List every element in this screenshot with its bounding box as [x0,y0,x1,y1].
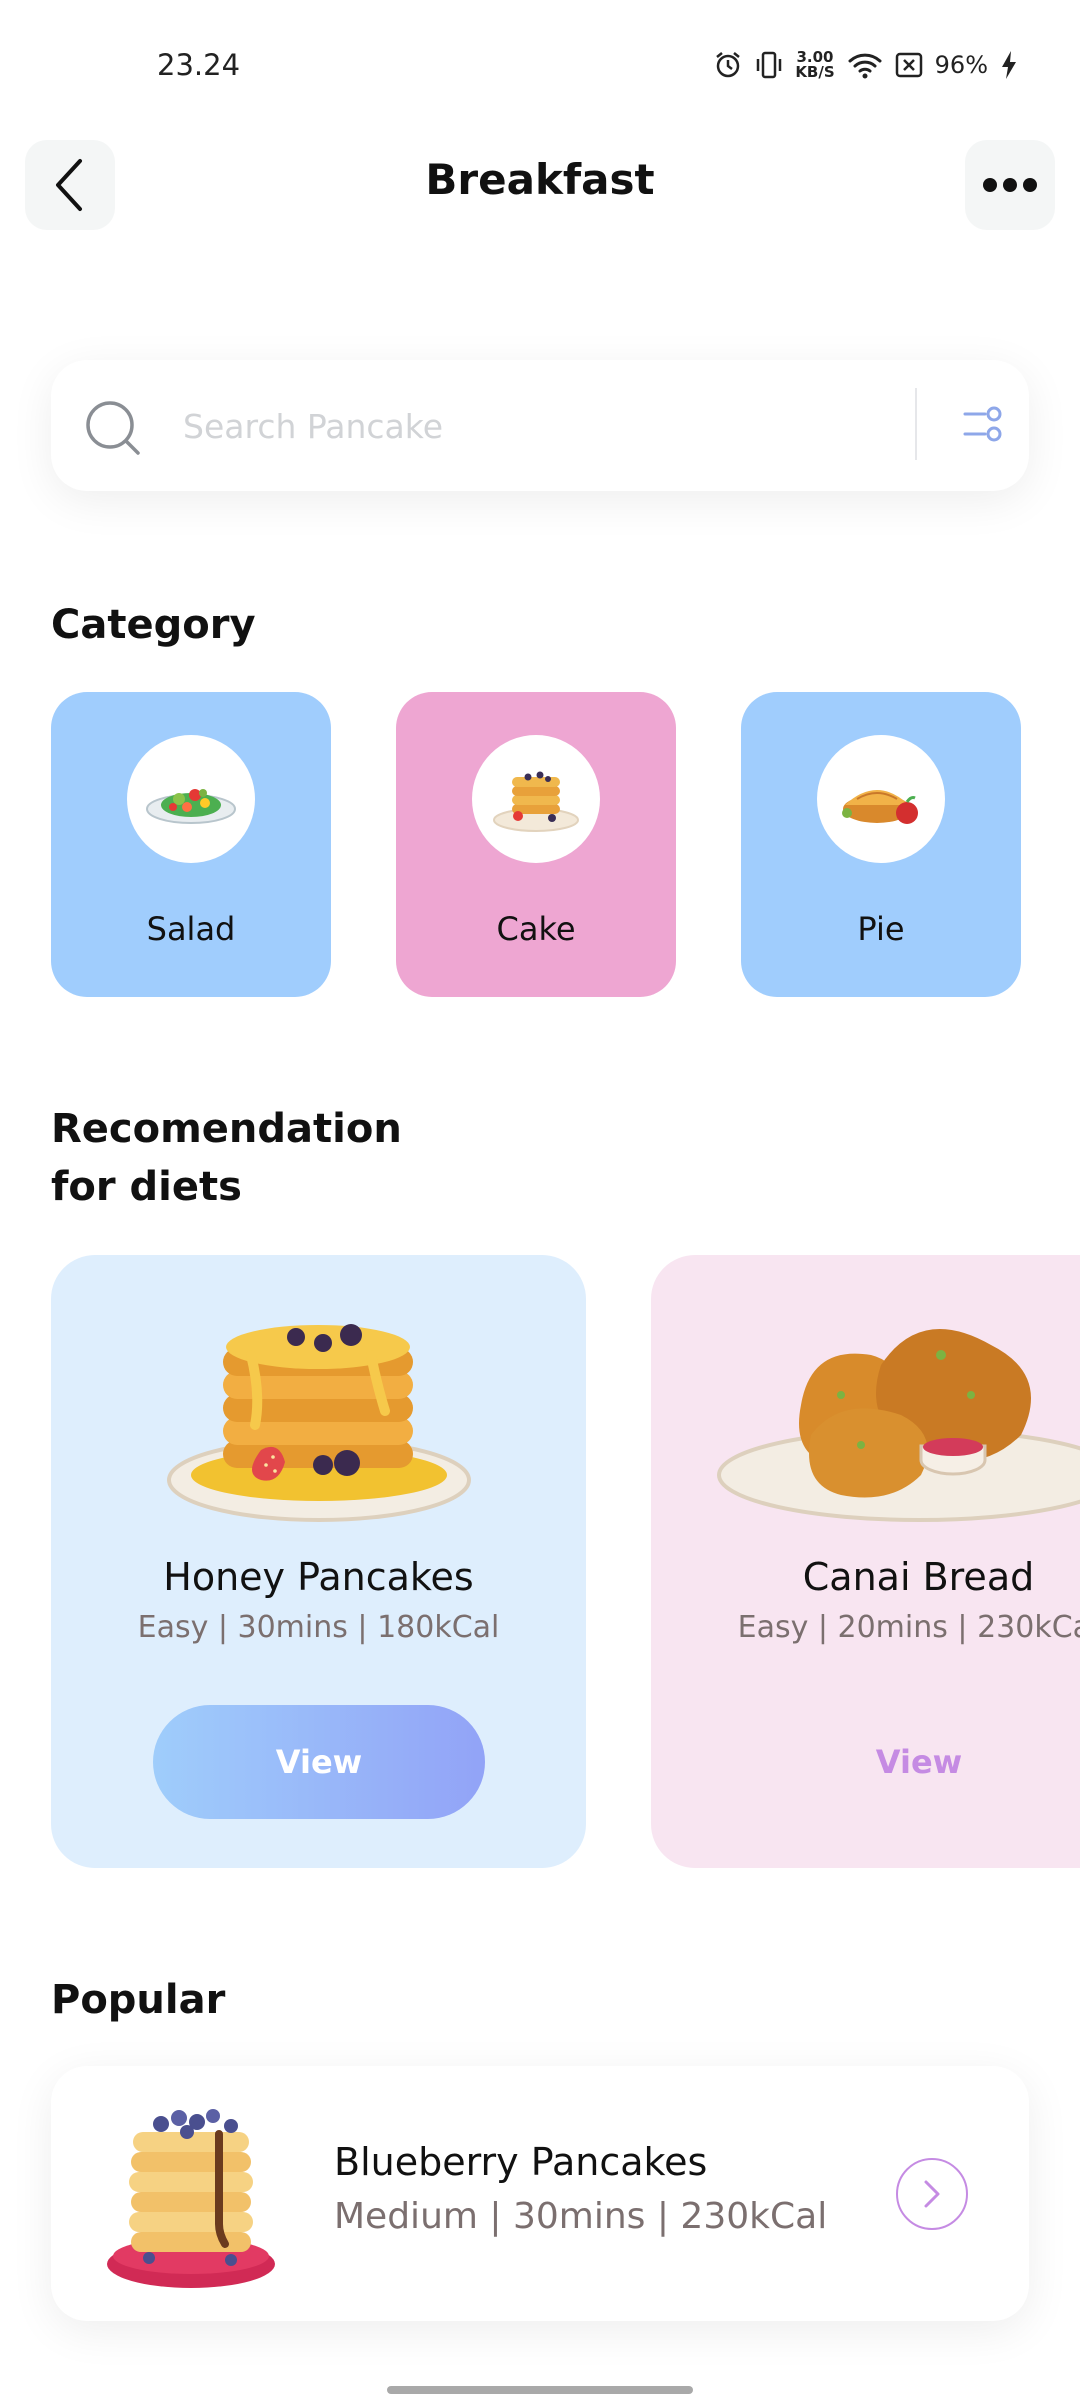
category-label-salad: Salad [146,910,236,948]
wifi-icon [848,53,882,79]
recommendation-meta: Easy | 30mins | 180kCal [137,1610,500,1645]
filter-icon[interactable] [961,404,1005,444]
alarm-icon [716,52,741,78]
category-cake[interactable]: Cake [396,692,676,997]
category-label-pie: Pie [857,910,905,948]
search-input[interactable] [181,397,945,455]
view-button[interactable]: View [153,1705,485,1819]
recommendation-card-canai[interactable]: Canai Bread Easy | 20mins | 230kCal View [651,1255,1080,1868]
more-button[interactable] [965,140,1055,230]
popular-title: Popular [51,1977,226,2023]
recommendation-name: Honey Pancakes [163,1555,474,1599]
recommendation-title-line2: for diets [51,1164,242,1210]
vibrate-icon [757,51,782,79]
recommendation-meta-canai: Easy | 20mins | 230kCal [737,1610,1080,1645]
sim-icon [895,52,922,78]
battery-text: 96% [934,51,988,79]
category-title: Category [51,602,256,648]
recommendation-title: Recomendation for diets [51,1100,402,1216]
salad-icon [146,789,236,824]
home-indicator[interactable] [387,2386,693,2394]
blueberry-pancakes-image [107,2109,275,2288]
salad-image-circle [127,735,255,863]
pancake-stack-icon [493,771,579,832]
search-divider [915,388,917,460]
honey-pancakes-image [167,1324,471,1522]
category-pie[interactable]: Pie [741,692,1021,997]
view-button-canai[interactable]: View [753,1705,1080,1819]
search-icon [86,401,140,455]
recommendation-title-line1: Recomendation [51,1106,402,1152]
pie-image-circle [817,735,945,863]
speed-unit: KB/S [795,63,835,81]
search-bar [51,360,1029,491]
cake-image-circle [472,735,600,863]
canai-bread-image [717,1329,1080,1522]
chevron-right-icon [924,2180,940,2208]
popular-item-meta: Medium | 30mins | 230kCal [334,2196,828,2237]
status-icons: 3.00 KB/S 96% [713,50,1018,80]
page-title: Breakfast [425,155,655,204]
popular-item-arrow-button[interactable] [896,2158,968,2230]
recommendation-card[interactable]: Honey Pancakes Easy | 30mins | 180kCal V… [51,1255,586,1868]
status-time: 23.24 [157,48,241,82]
category-salad[interactable]: Salad [51,692,331,997]
charging-icon [1002,51,1016,79]
more-horizontal-icon [983,178,1037,192]
pie-icon [842,790,918,824]
popular-item-name: Blueberry Pancakes [334,2140,708,2184]
recommendation-name-canai: Canai Bread [802,1555,1035,1599]
popular-item[interactable]: Blueberry Pancakes Medium | 30mins | 230… [51,2066,1029,2321]
category-label-cake: Cake [496,910,576,948]
network-speed: 3.00 KB/S [795,50,834,80]
